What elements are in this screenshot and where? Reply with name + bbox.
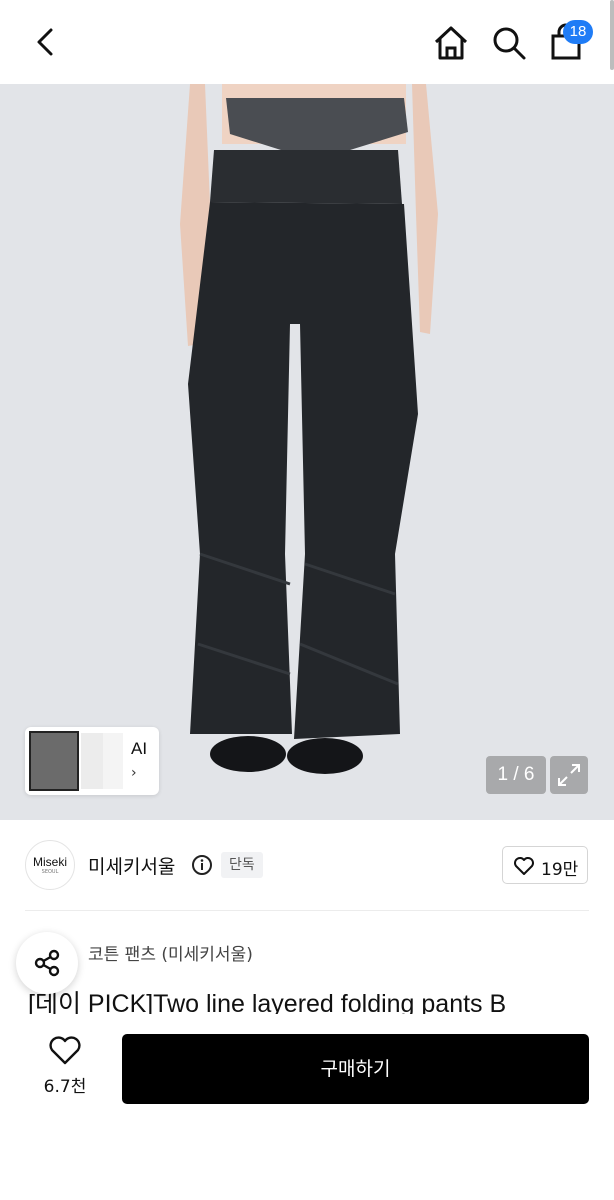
heart-icon: [514, 857, 534, 875]
home-icon[interactable]: [430, 22, 472, 64]
thumbnail-1[interactable]: [29, 731, 79, 791]
buy-button[interactable]: 구매하기: [122, 1034, 589, 1104]
back-arrow-icon[interactable]: [26, 22, 66, 62]
divider: [25, 910, 589, 911]
wishlist-count: 6.7천: [43, 1077, 87, 1097]
wishlist-button[interactable]: 6.7천: [30, 1036, 100, 1100]
top-bar: 18: [0, 0, 614, 84]
info-icon[interactable]: [191, 854, 213, 876]
image-counter: 1 / 6: [486, 756, 546, 794]
share-button[interactable]: [16, 932, 78, 994]
product-title: [데이 PICK]Two line layered folding pants …: [28, 990, 507, 1014]
share-icon: [34, 949, 60, 977]
search-icon[interactable]: [488, 22, 530, 64]
product-image[interactable]: AI › 1 / 6: [0, 84, 614, 820]
brand-logo[interactable]: Miseki SEOUL: [25, 840, 75, 890]
chevron-right-icon: ›: [131, 765, 137, 781]
thumbnail-3[interactable]: [103, 733, 123, 789]
product-photo: [0, 84, 614, 820]
thumbnail-2[interactable]: [81, 733, 103, 789]
expand-icon[interactable]: [550, 756, 588, 794]
brand-like-count: 19만: [541, 860, 579, 880]
scrollbar[interactable]: [610, 0, 614, 70]
brand-logo-text: Miseki: [32, 855, 67, 869]
cart-count-badge: 18: [563, 20, 593, 44]
brand-name[interactable]: 미세키서울: [88, 852, 175, 879]
ai-label[interactable]: AI: [131, 739, 147, 759]
brand-logo-sub: SEOUL: [41, 869, 59, 875]
heart-icon: [49, 1036, 81, 1065]
exclusive-badge: 단독: [221, 852, 263, 878]
thumbnail-strip[interactable]: AI ›: [25, 727, 159, 795]
brand-like-button[interactable]: 19만: [502, 846, 588, 884]
product-category[interactable]: 코튼 팬츠 (미세키서울): [88, 940, 253, 965]
